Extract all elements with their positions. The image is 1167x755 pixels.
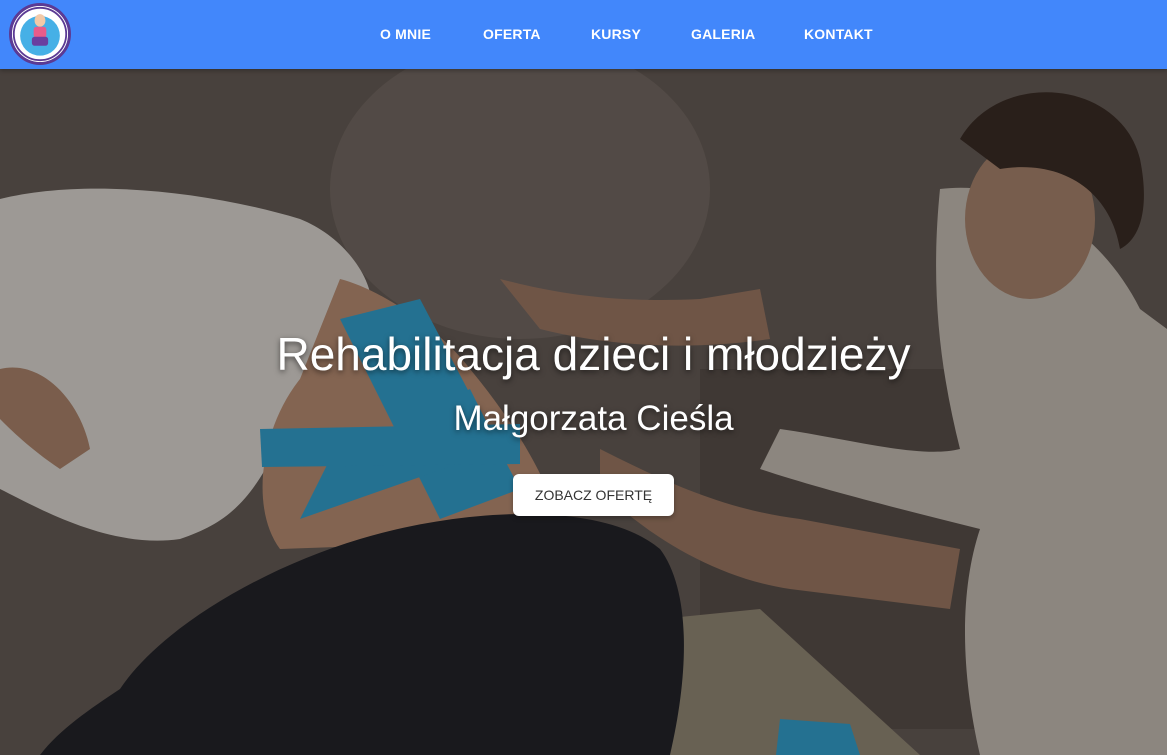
nav-item-galeria[interactable]: GALERIA [691, 26, 755, 42]
top-navbar: O MNIE OFERTA KURSY GALERIA KONTAKT [0, 0, 1167, 69]
nav-item-oferta[interactable]: OFERTA [483, 26, 541, 42]
nav-item-kontakt[interactable]: KONTAKT [804, 26, 873, 42]
nav-item-kursy[interactable]: KURSY [591, 26, 641, 42]
see-offer-button[interactable]: ZOBACZ OFERTĘ [513, 474, 674, 516]
main-nav: O MNIE OFERTA KURSY GALERIA KONTAKT [0, 0, 1167, 69]
hero-title: Rehabilitacja dzieci i młodzieży [276, 328, 911, 380]
hero-subtitle: Małgorzata Cieśla [453, 399, 734, 438]
nav-item-o-mnie[interactable]: O MNIE [380, 26, 431, 42]
hero-section: Rehabilitacja dzieci i młodzieży Małgorz… [0, 69, 1167, 755]
